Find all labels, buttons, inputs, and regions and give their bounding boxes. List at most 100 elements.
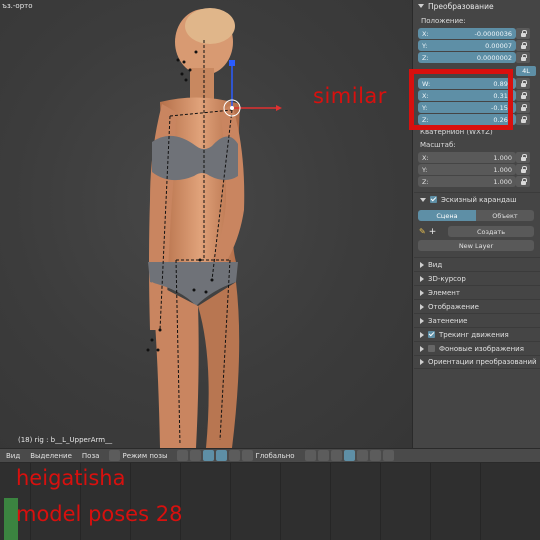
scale-label: Масштаб: <box>420 141 456 149</box>
timeline-gridline <box>330 463 331 540</box>
camera-icon[interactable] <box>382 450 394 461</box>
expand-triangle-icon <box>420 317 424 324</box>
scale-z-field[interactable]: Z: 1.000 <box>418 176 516 187</box>
layer-icon[interactable] <box>304 450 316 461</box>
create-button[interactable]: Создать <box>448 226 534 237</box>
lock-rotation-x-icon[interactable] <box>516 90 530 101</box>
rotation-highlight-box <box>409 69 513 130</box>
section-label: Затенение <box>428 316 468 325</box>
expand-triangle-icon <box>420 261 424 268</box>
new-layer-button[interactable]: New Layer <box>418 240 534 251</box>
layer-icon[interactable] <box>330 450 342 461</box>
lock-layers-icon[interactable] <box>343 450 355 461</box>
lock-scale-x-icon[interactable] <box>516 152 530 163</box>
section-motion-tracking[interactable]: Трекинг движения <box>414 327 540 341</box>
translate-icon[interactable] <box>216 450 228 461</box>
section-label: Ориентации преобразований <box>428 358 537 366</box>
field-value: 1.000 <box>493 165 512 174</box>
section-label: Элемент <box>428 288 460 297</box>
location-label: Положение: <box>421 17 466 25</box>
timeline-gridline <box>430 463 431 540</box>
rotate-icon[interactable] <box>229 450 241 461</box>
section-label: Отображение <box>428 302 479 311</box>
3d-viewport[interactable]: ъз.-орто (18) rig: b__L_UpperArm__ <box>0 0 412 448</box>
expand-triangle-icon <box>420 303 424 310</box>
grease-pencil-label: Эскизный карандаш <box>441 195 517 204</box>
layer-icon[interactable] <box>317 450 329 461</box>
background-images-checkbox[interactable] <box>428 345 435 352</box>
location-x-field[interactable]: X: -0.0000036 <box>418 28 516 39</box>
location-y-field[interactable]: Y: 0.00007 <box>418 40 516 51</box>
orientation-select[interactable]: Глобально <box>255 452 294 460</box>
section-background-images[interactable]: Фоновые изображения <box>414 341 540 355</box>
expand-triangle-icon <box>420 359 424 365</box>
mode-select[interactable]: Режим позы <box>122 452 167 460</box>
section-display[interactable]: Отображение <box>414 299 540 313</box>
caption-similar: similar <box>313 84 387 108</box>
expand-triangle-icon <box>420 275 424 282</box>
manipulator-icon[interactable] <box>203 450 215 461</box>
tab-scene[interactable]: Сцена <box>418 210 476 221</box>
menu-view[interactable]: Вид <box>6 452 20 460</box>
axis-label: X: <box>422 153 429 162</box>
section-label: Фоновые изображения <box>439 344 524 353</box>
lock-location-z-icon[interactable] <box>516 52 530 63</box>
snap-icon[interactable] <box>356 450 368 461</box>
location-z-field[interactable]: Z: 0.0000002 <box>418 52 516 63</box>
expand-triangle-icon <box>420 289 424 296</box>
lock-rotation-y-icon[interactable] <box>516 102 530 113</box>
lock-scale-y-icon[interactable] <box>516 164 530 175</box>
section-item[interactable]: Элемент <box>414 285 540 299</box>
expand-triangle-icon <box>420 331 424 338</box>
lock-rotation-w-icon[interactable] <box>516 78 530 89</box>
scale-icon[interactable] <box>242 450 254 461</box>
section-shading[interactable]: Затенение <box>414 313 540 327</box>
pose-mode-icon <box>109 450 121 461</box>
render-icon[interactable] <box>369 450 381 461</box>
section-view[interactable]: Вид <box>414 257 540 271</box>
timeline-gridline <box>230 463 231 540</box>
expand-triangle-icon <box>420 345 424 352</box>
transform-panel-header[interactable]: Преобразование <box>415 0 494 12</box>
pencil-icon: ✎ <box>419 227 426 236</box>
lock-scale-z-icon[interactable] <box>516 176 530 187</box>
section-transform-orientations[interactable]: Ориентации преобразований <box>414 355 540 369</box>
motion-tracking-checkbox[interactable] <box>428 331 435 338</box>
axis-label: X: <box>422 29 429 38</box>
caption-poses: model poses 28 <box>16 502 183 526</box>
timeline-gridline <box>280 463 281 540</box>
menu-select[interactable]: Выделение <box>30 452 72 460</box>
menu-pose[interactable]: Поза <box>82 452 100 460</box>
timeline-gridline <box>480 463 481 540</box>
caption-author: heigatisha <box>16 466 126 490</box>
field-value: 0.00007 <box>485 41 512 50</box>
section-label: Трекинг движения <box>439 330 509 339</box>
collapse-triangle-icon <box>418 4 424 8</box>
field-value: 1.000 <box>493 177 512 186</box>
axis-label: Z: <box>422 53 429 62</box>
scale-x-field[interactable]: X: 1.000 <box>418 152 516 163</box>
lock-location-y-icon[interactable] <box>516 40 530 51</box>
shading-icon[interactable] <box>177 450 189 461</box>
lock-4d-button[interactable]: 4L <box>516 66 536 76</box>
grease-pencil-checkbox[interactable] <box>430 196 437 203</box>
section-label: Вид <box>428 260 443 269</box>
field-value: 1.000 <box>493 153 512 162</box>
pivot-icon[interactable] <box>190 450 202 461</box>
field-value: -0.0000036 <box>474 29 513 38</box>
section-3d-cursor[interactable]: 3D-курсор <box>414 271 540 285</box>
selected-bone-status: (18) rig : b__L_UpperArm__ <box>18 436 113 444</box>
grease-pencil-header[interactable]: Эскизный карандаш <box>414 192 540 206</box>
axis-label: Y: <box>422 41 428 50</box>
section-label: 3D-курсор <box>428 274 466 283</box>
transform-header-label: Преобразование <box>428 1 494 11</box>
tab-object[interactable]: Объект <box>476 210 534 221</box>
scale-y-field[interactable]: Y: 1.000 <box>418 164 516 175</box>
lock-rotation-z-icon[interactable] <box>516 114 530 125</box>
pencil-tools[interactable]: ✎ + <box>419 226 449 237</box>
posed-character-model[interactable] <box>0 0 412 448</box>
3d-view-header-toolbar: Вид Выделение Поза Режим позы Глобально <box>0 448 540 463</box>
timeline-gridline <box>380 463 381 540</box>
lock-location-x-icon[interactable] <box>516 28 530 39</box>
axis-label: Z: <box>422 177 429 186</box>
